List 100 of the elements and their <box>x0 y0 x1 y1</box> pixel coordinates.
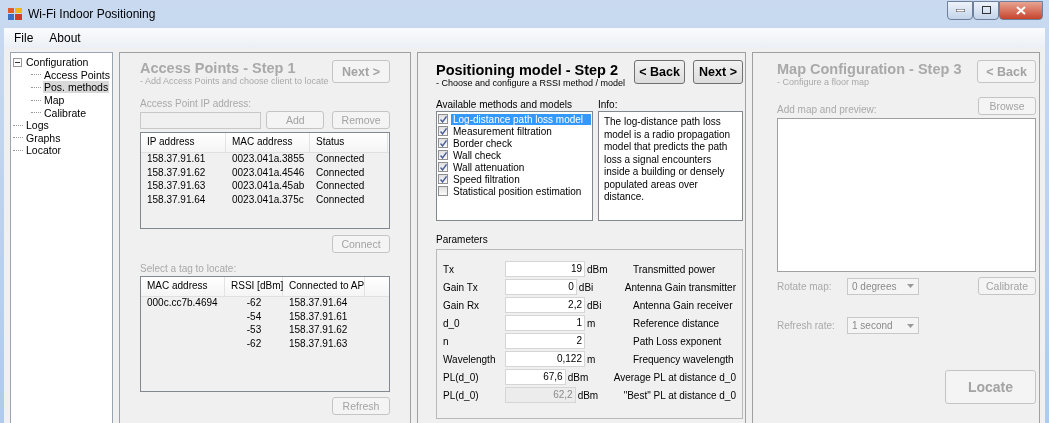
table-cell-text: 158.37.91.61 <box>288 310 349 324</box>
tree-item[interactable]: Pos. methods <box>43 81 110 94</box>
checkbox[interactable] <box>438 126 448 136</box>
parameter-field[interactable]: 2 <box>505 333 585 349</box>
step-title: Positioning model - Step 2 <box>436 62 619 78</box>
tree-item[interactable]: Calibrate <box>43 106 88 119</box>
table-cell-text: Connected <box>315 193 366 207</box>
menu-item[interactable]: File <box>8 29 40 47</box>
parameter-field[interactable]: 0 <box>505 279 577 295</box>
table-cell-text: 0023.041a.45ab <box>231 180 306 193</box>
table-cell-text: 158.37.91.62 <box>288 324 349 337</box>
field-label: Refresh rate: <box>777 320 836 331</box>
parameter-label: Wavelength <box>443 353 497 365</box>
list-item[interactable]: Measurement filtration <box>451 125 591 137</box>
close-button[interactable] <box>999 0 1043 20</box>
tree-item[interactable]: Map <box>43 94 66 107</box>
table-cell-text: 158.37.91.63 <box>288 337 349 351</box>
tree-item[interactable]: Configuration <box>25 56 90 69</box>
table-cell-text: Connected <box>315 166 366 180</box>
table-cell-text: 0023.041a.375c <box>231 193 305 207</box>
app-icon <box>8 8 22 20</box>
table-cell-text: -54 <box>245 310 263 324</box>
table-cell-text: 158.37.91.64 <box>146 193 207 207</box>
step-title: Map Configuration - Step 3 <box>777 61 962 77</box>
list-item[interactable]: Wall attenuation <box>451 161 591 173</box>
table-cell-text: Connected <box>315 153 366 166</box>
table-cell-text: 0023.041a.4546 <box>231 166 306 180</box>
group-label: Parameters <box>436 234 488 245</box>
table-cell-text: Connected <box>315 180 366 193</box>
parameter-description: Transmitted power <box>633 263 716 275</box>
checkbox[interactable] <box>438 150 448 160</box>
table-cell-text: 158.37.91.64 <box>288 297 349 310</box>
parameter-label: Gain Rx <box>443 299 481 311</box>
info-label: Info: <box>597 99 618 110</box>
next-button[interactable]: Next > <box>693 60 743 84</box>
parameter-field[interactable]: 67,6 <box>505 369 566 385</box>
field-label: Access Point IP address: <box>140 98 251 109</box>
checkbox[interactable] <box>438 186 448 196</box>
parameter-label: Tx <box>443 263 456 275</box>
tree-item[interactable]: Logs <box>25 119 50 132</box>
back-button[interactable]: < Back <box>634 60 685 84</box>
parameter-description: Path Loss exponent <box>633 335 722 347</box>
dropdown-caret-icon <box>907 284 914 288</box>
table-cell-text: 0023.041a.3855 <box>231 153 306 166</box>
step-title: Access Points - Step 1 <box>140 60 297 76</box>
step-subtitle: - Add Access Points and choose client to locate <box>140 76 329 86</box>
list-item[interactable]: Statistical position estimation <box>451 185 591 197</box>
parameter-field[interactable]: 19 <box>505 261 585 277</box>
table-cell-text: -62 <box>245 337 263 351</box>
parameter-field[interactable]: 1 <box>505 315 585 331</box>
tree-item[interactable]: Graphs <box>25 131 62 144</box>
checkbox[interactable] <box>438 138 448 148</box>
list-item[interactable]: Border check <box>451 137 591 149</box>
maximize-button[interactable] <box>973 0 999 20</box>
unit-label: m <box>587 317 596 329</box>
table-cell-text: 158.37.91.61 <box>146 153 207 166</box>
parameter-description: Antenna Gain transmitter <box>624 281 736 293</box>
minimize-icon <box>955 8 965 12</box>
minimize-button[interactable] <box>947 0 973 20</box>
parameter-description: "Best" PL at distance d_0 <box>623 389 736 401</box>
table-cell-text: 158.37.91.63 <box>146 180 207 193</box>
parameter-description: Antenna Gain receiver <box>633 299 733 311</box>
unit-label: m <box>587 353 596 365</box>
parameter-label: PL(d_0) <box>443 389 480 401</box>
unit-label: dBm <box>587 263 608 275</box>
parameter-label: Gain Tx <box>443 281 479 293</box>
window-title: Wi-Fi Indoor Positioning <box>28 7 157 21</box>
tree-item[interactable]: Locator <box>25 144 63 157</box>
info-text: The log-distance path loss model is a radio propagation model that predicts the path loss a signal encounters inside a building or densely populated areas over distance. <box>602 115 732 204</box>
unit-label: dBi <box>578 281 594 293</box>
maximize-icon <box>981 6 991 14</box>
parameter-label: n <box>443 335 450 347</box>
dropdown-caret-icon <box>907 323 914 328</box>
parameter-label: PL(d_0) <box>443 371 480 383</box>
checkbox[interactable] <box>438 114 448 124</box>
menu-item[interactable]: About <box>43 29 87 47</box>
step-subtitle: - Choose and configure a RSSI method / model <box>436 78 626 88</box>
close-icon <box>1016 5 1026 15</box>
table-cell-text: 000c.cc7b.4694 <box>146 297 219 310</box>
table-cell-text: -62 <box>245 297 263 310</box>
table-cell-text: -53 <box>245 324 263 337</box>
field-label: Select a tag to locate: <box>140 263 237 274</box>
checkbox[interactable] <box>438 162 448 172</box>
list-item[interactable]: Speed filtration <box>451 173 591 185</box>
parameter-field[interactable]: 0,122 <box>505 351 585 367</box>
unit-label: dBm <box>577 389 599 401</box>
preview-label: Add map and preview: <box>777 104 877 115</box>
field-label: Rotate map: <box>777 280 833 292</box>
parameter-description: Average PL at distance d_0 <box>613 371 736 383</box>
tree-item[interactable]: Access Points <box>43 68 111 81</box>
unit-label: dBi <box>587 299 602 311</box>
parameter-description: Reference distance <box>633 317 720 329</box>
unit-label: dBm <box>567 371 589 383</box>
parameter-description: Frequency wavelength <box>633 353 734 365</box>
table-cell-text: 158.37.91.62 <box>146 166 207 180</box>
list-label: Available methods and models <box>436 99 572 110</box>
parameter-field[interactable]: 2,2 <box>505 297 585 313</box>
checkbox[interactable] <box>438 174 448 184</box>
list-item[interactable]: Wall check <box>451 149 591 161</box>
parameter-label: d_0 <box>443 317 461 329</box>
